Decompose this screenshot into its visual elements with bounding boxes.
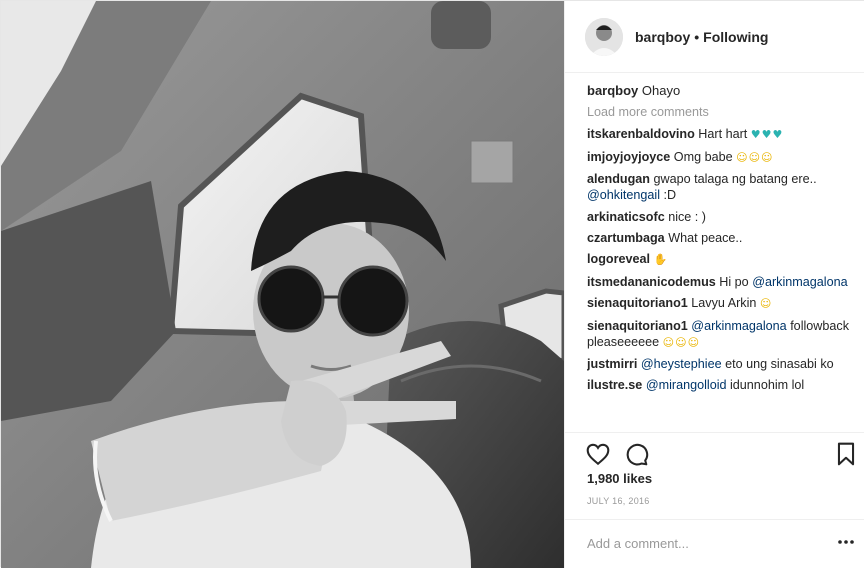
comment-item: ilustre.se @mirangolloid idunnohim lol [587,377,857,393]
post-header: barqboy • Following [565,1,864,73]
likes-count[interactable]: 1,980 likes [587,471,652,486]
smiley-emoji-icon: ☺ [759,297,773,311]
caption-username[interactable]: barqboy [587,83,638,98]
comment-username[interactable]: itsmedananicodemus [587,275,716,289]
comment-item: itskarenbaldovino Hart hart ♥♥♥ [587,126,857,143]
following-button[interactable]: Following [703,29,768,45]
post-caption: barqboy Ohayo [587,83,857,99]
bookmark-icon [837,442,855,466]
comment-username[interactable]: alendugan [587,172,650,186]
comment-username[interactable]: arkinaticsofc [587,210,665,224]
car-selfie-image [1,1,564,568]
comment-username[interactable]: ilustre.se [587,378,642,392]
comment-mention[interactable]: @heystephiee [641,357,722,371]
more-options-button[interactable] [836,532,856,552]
comment-text-after: :D [663,188,677,203]
comment-text: nice : ) [668,209,706,224]
comment-mention[interactable]: @mirangolloid [646,378,727,392]
comment-text: What peace.. [668,230,743,245]
avatar-image [585,17,623,56]
comment-item: alendugan gwapo talaga ng batang ere.. @… [587,171,857,203]
heart-emoji-icon: ♥♥♥ [750,128,784,142]
comment-username[interactable]: sienaquitoriano1 [587,319,688,333]
comment-item: czartumbaga What peace.. [587,230,857,246]
post-photo[interactable] [1,1,564,568]
load-more-comments[interactable]: Load more comments [587,104,857,120]
comment-text: Omg babe [673,149,733,164]
comment-username[interactable]: logoreveal [587,252,650,266]
heart-icon [586,443,610,466]
comment-text: Hart hart [698,127,748,142]
comment-item: logoreveal ✋ [587,251,857,268]
comment-username[interactable]: justmirri [587,357,637,371]
more-options-icon [838,540,854,544]
comment-text: Hi po [719,274,749,289]
action-bar [565,432,864,472]
hand-emoji-icon: ✋ [653,253,669,267]
smiley-emoji-icon: ☺☺☺ [736,150,774,164]
header-separator: • [694,28,700,45]
add-comment-section [565,519,864,567]
instagram-post: barqboy • Following barqboy Ohayo Load mor… [0,0,864,568]
comment-username[interactable]: itskarenbaldovino [587,127,695,141]
comments-list: barqboy Ohayo Load more comments itskare… [587,83,857,433]
comment-item: sienaquitoriano1 Lavyu Arkin ☺ [587,295,857,312]
comment-text: Lavyu Arkin [691,296,757,311]
post-side-panel: barqboy • Following barqboy Ohayo Load mor… [564,1,864,568]
comment-mention[interactable]: @arkinmagalona [691,319,786,333]
comment-text-after: idunnohim lol [730,378,805,393]
comment-mention[interactable]: @arkinmagalona [752,275,847,289]
comment-item: itsmedananicodemus Hi po @arkinmagalona [587,274,857,290]
comment-username[interactable]: czartumbaga [587,231,665,245]
like-button[interactable] [585,441,611,467]
comment-item: imjoyjoyjoyce Omg babe ☺☺☺ [587,149,857,166]
comment-username[interactable]: sienaquitoriano1 [587,296,688,310]
avatar[interactable] [585,17,623,56]
comment-icon [626,443,649,466]
post-date[interactable]: JULY 16, 2016 [587,496,650,506]
smiley-emoji-icon: ☺☺☺ [662,335,701,349]
save-button[interactable] [833,441,859,467]
comment-button[interactable] [623,441,649,467]
header-username[interactable]: barqboy [635,29,690,45]
comment-item: arkinaticsofc nice : ) [587,209,857,225]
comment-item: sienaquitoriano1 @arkinmagalona followba… [587,318,857,351]
comment-username[interactable]: imjoyjoyjoyce [587,150,670,164]
comment-text-after: eto ung sinasabi ko [725,356,834,371]
add-comment-input[interactable] [587,533,807,553]
comment-item: justmirri @heystephiee eto ung sinasabi … [587,356,857,372]
header-text: barqboy • Following [635,29,768,45]
comment-text: gwapo talaga ng batang ere.. [653,172,817,187]
caption-text: Ohayo [641,83,681,98]
comment-mention[interactable]: @ohkitengail [587,188,660,202]
